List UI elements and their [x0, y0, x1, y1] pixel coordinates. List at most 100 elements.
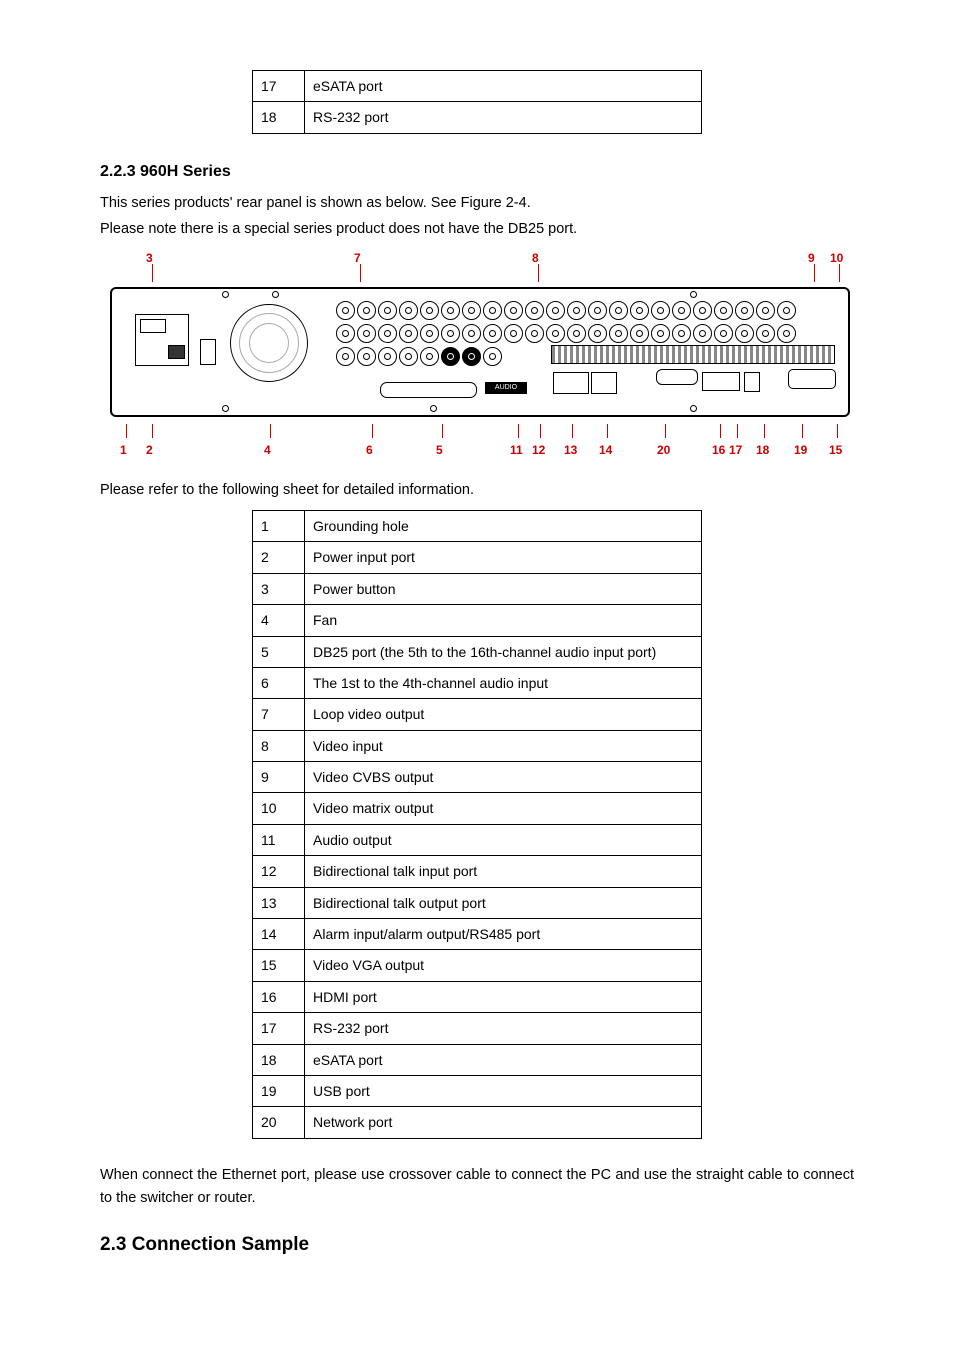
table-row: 15Video VGA output	[253, 950, 702, 981]
table-row: 14Alarm input/alarm output/RS485 port	[253, 919, 702, 950]
row-num: 16	[253, 981, 305, 1012]
row-label: Power input port	[305, 542, 702, 573]
table-row: 8Video input	[253, 730, 702, 761]
table-row: 12Bidirectional talk input port	[253, 856, 702, 887]
db25-port-icon	[380, 382, 477, 398]
table-row: 18eSATA port	[253, 1044, 702, 1075]
table-row: 13Bidirectional talk output port	[253, 887, 702, 918]
table-row: 17 eSATA port	[253, 71, 702, 102]
row-label: Bidirectional talk output port	[305, 887, 702, 918]
esata-port-icon	[702, 372, 740, 391]
prev-table-continuation: 17 eSATA port 18 RS-232 port	[252, 70, 702, 134]
row-label: Video matrix output	[305, 793, 702, 824]
callout-1: 1	[120, 441, 127, 460]
callout-13: 13	[564, 441, 577, 460]
row-num: 9	[253, 762, 305, 793]
table-row: 3Power button	[253, 573, 702, 604]
row-label: USB port	[305, 1075, 702, 1106]
row-label: Bidirectional talk input port	[305, 856, 702, 887]
section-heading-2-2-3: 2.2.3 960H Series	[100, 159, 854, 185]
detail-table: 1Grounding hole2Power input port3Power b…	[252, 510, 702, 1139]
row-label: RS-232 port	[305, 1013, 702, 1044]
row-num: 18	[253, 102, 305, 133]
network-port-icon	[591, 372, 617, 394]
callout-14: 14	[599, 441, 612, 460]
row-num: 18	[253, 1044, 305, 1075]
row-label: Grounding hole	[305, 510, 702, 541]
bnc-row-1	[336, 301, 836, 321]
row-label: RS-232 port	[305, 102, 702, 133]
sheet-intro-text: Please refer to the following sheet for …	[100, 479, 854, 502]
callout-19: 19	[794, 441, 807, 460]
table-row: 10Video matrix output	[253, 793, 702, 824]
row-label: Video CVBS output	[305, 762, 702, 793]
row-num: 6	[253, 667, 305, 698]
table-row: 2Power input port	[253, 542, 702, 573]
row-label: DB25 port (the 5th to the 16th-channel a…	[305, 636, 702, 667]
row-num: 8	[253, 730, 305, 761]
figure-2-4-rear-panel: 3 7 8 9 10 AUDIO 1 2 4 6 5 11 12	[110, 249, 850, 459]
row-num: 12	[253, 856, 305, 887]
row-num: 20	[253, 1107, 305, 1138]
bnc-row-2	[336, 324, 836, 344]
callout-12: 12	[532, 441, 545, 460]
table-row: 7Loop video output	[253, 699, 702, 730]
table-row: 16HDMI port	[253, 981, 702, 1012]
callout-20: 20	[657, 441, 670, 460]
table-row: 18 RS-232 port	[253, 102, 702, 133]
table-row: 4Fan	[253, 605, 702, 636]
section-intro-2: Please note there is a special series pr…	[100, 218, 854, 241]
row-num: 1	[253, 510, 305, 541]
row-label: eSATA port	[305, 1044, 702, 1075]
row-num: 11	[253, 824, 305, 855]
table-row: 11Audio output	[253, 824, 702, 855]
audio-label: AUDIO	[485, 382, 527, 394]
row-label: Fan	[305, 605, 702, 636]
row-label: eSATA port	[305, 71, 702, 102]
row-num: 3	[253, 573, 305, 604]
hdmi-port-icon	[553, 372, 589, 394]
row-num: 19	[253, 1075, 305, 1106]
table-row: 17RS-232 port	[253, 1013, 702, 1044]
table-row: 19USB port	[253, 1075, 702, 1106]
usb-stack-icon	[200, 339, 216, 365]
row-label: Video VGA output	[305, 950, 702, 981]
section-heading-2-3: 2.3 Connection Sample	[100, 1230, 854, 1260]
fan-icon	[230, 304, 308, 382]
callout-11: 11	[510, 441, 523, 460]
table-row: 6The 1st to the 4th-channel audio input	[253, 667, 702, 698]
row-num: 10	[253, 793, 305, 824]
row-label: Network port	[305, 1107, 702, 1138]
row-num: 4	[253, 605, 305, 636]
bnc-row-3-audio	[336, 347, 504, 367]
row-num: 7	[253, 699, 305, 730]
row-label: The 1st to the 4th-channel audio input	[305, 667, 702, 698]
table-row: 5DB25 port (the 5th to the 16th-channel …	[253, 636, 702, 667]
row-label: Audio output	[305, 824, 702, 855]
rs232-port-icon	[656, 369, 698, 385]
ethernet-note: When connect the Ethernet port, please u…	[100, 1164, 854, 1210]
vga-port-icon	[788, 369, 836, 389]
callout-5: 5	[436, 441, 443, 460]
row-label: HDMI port	[305, 981, 702, 1012]
callout-6: 6	[366, 441, 373, 460]
row-num: 17	[253, 71, 305, 102]
row-num: 2	[253, 542, 305, 573]
row-num: 5	[253, 636, 305, 667]
alarm-io-block	[551, 345, 835, 364]
row-label: Power button	[305, 573, 702, 604]
table-row: 9Video CVBS output	[253, 762, 702, 793]
table-row: 1Grounding hole	[253, 510, 702, 541]
callout-16: 16	[712, 441, 725, 460]
row-label: Loop video output	[305, 699, 702, 730]
usb-port-icon	[744, 372, 760, 392]
callout-4: 4	[264, 441, 271, 460]
row-label: Video input	[305, 730, 702, 761]
callout-15: 15	[829, 441, 842, 460]
power-plug-icon	[140, 319, 166, 333]
row-label: Alarm input/alarm output/RS485 port	[305, 919, 702, 950]
callout-17: 17	[729, 441, 742, 460]
row-num: 13	[253, 887, 305, 918]
row-num: 14	[253, 919, 305, 950]
section-intro-1: This series products' rear panel is show…	[100, 192, 854, 215]
